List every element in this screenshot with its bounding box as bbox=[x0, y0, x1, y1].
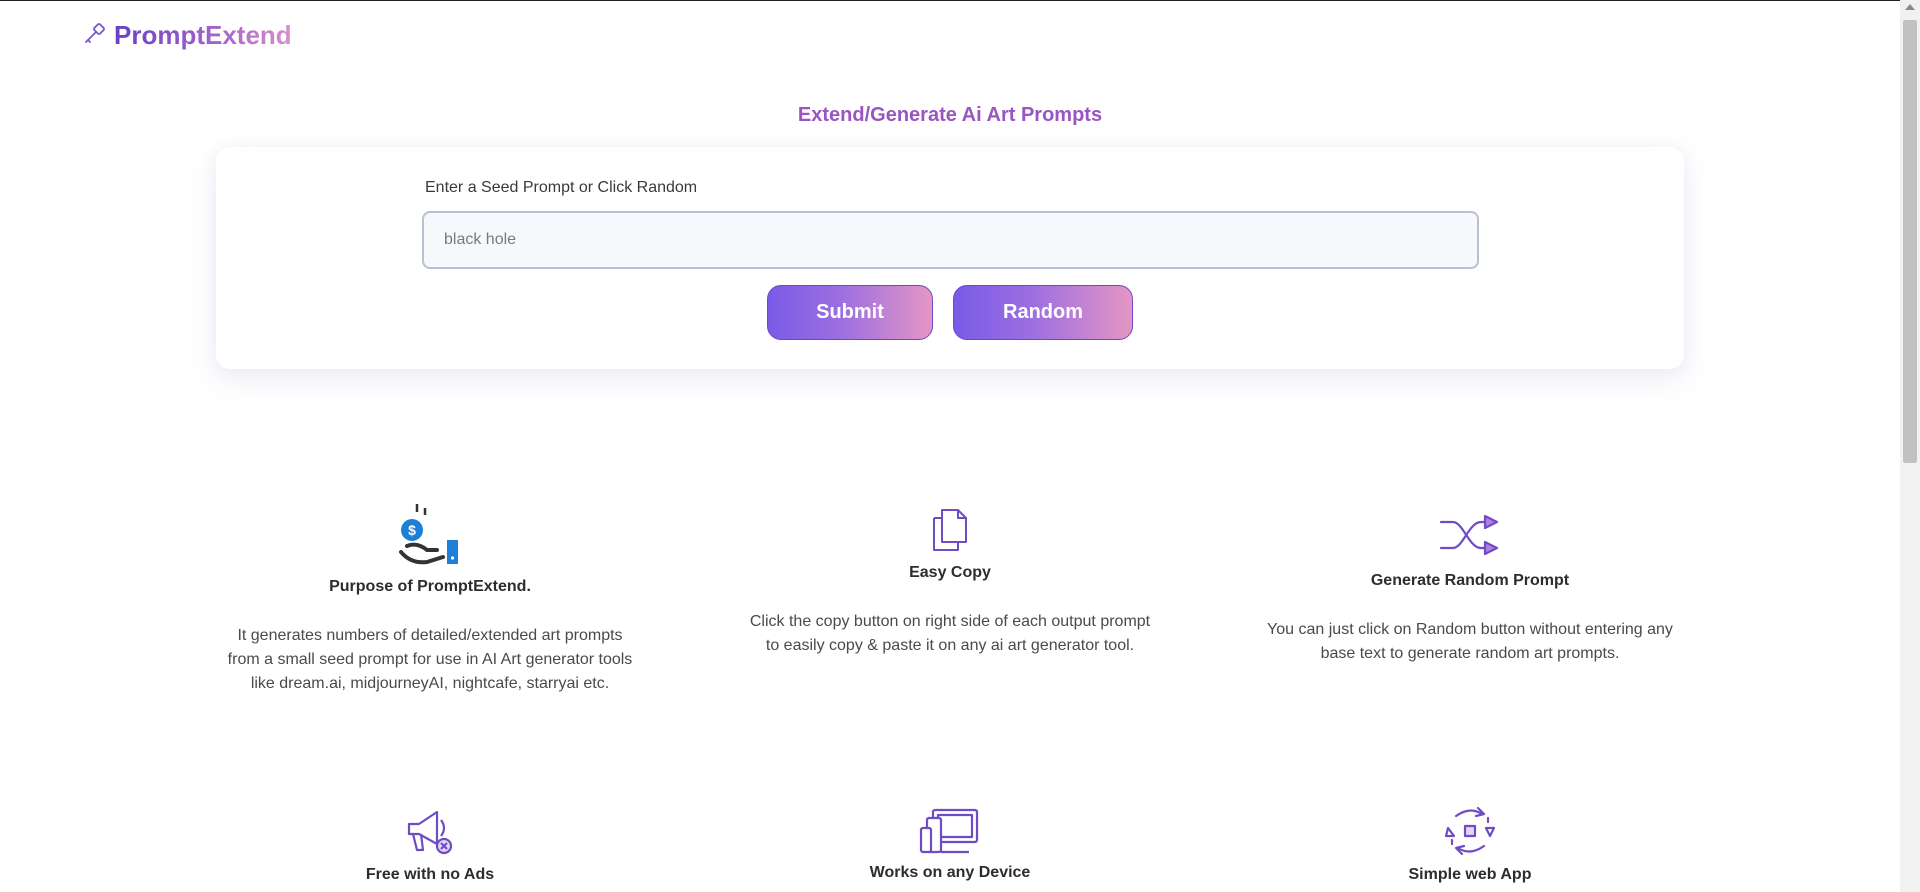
copy-icon bbox=[933, 509, 967, 551]
shuffle-icon bbox=[1439, 514, 1499, 556]
simple-app-icon bbox=[1444, 806, 1496, 856]
brand-name: PromptExtend bbox=[114, 20, 292, 50]
megaphone-no-ads-icon bbox=[407, 810, 453, 855]
feature-simple-app: Simple web App bbox=[1260, 804, 1680, 884]
feature-free-no-ads: Free with no Ads bbox=[220, 806, 640, 884]
feature-title: Generate Random Prompt bbox=[1370, 572, 1570, 589]
description-line: It generates numbers of detailed/extende… bbox=[237, 627, 623, 644]
seed-prompt-input[interactable] bbox=[422, 211, 1479, 269]
description-line: to easily copy & paste it on any ai art … bbox=[765, 637, 1135, 654]
feature-purpose: $ Purpose of PromptExtend. It generates … bbox=[220, 502, 640, 696]
money-hand-icon: $ bbox=[399, 504, 458, 565]
wand-icon bbox=[82, 20, 108, 51]
submit-button[interactable]: Submit bbox=[767, 285, 933, 340]
feature-title: Works on any Device bbox=[869, 864, 1031, 881]
feature-title: Easy Copy bbox=[909, 564, 991, 581]
description-line: You can just click on Random button with… bbox=[1267, 621, 1673, 638]
devices-icon bbox=[919, 808, 979, 854]
top-border bbox=[0, 0, 1920, 1]
feature-description: You can just click on Random button with… bbox=[1260, 618, 1680, 666]
feature-random-prompt: Generate Random Prompt You can just clic… bbox=[1260, 512, 1680, 666]
feature-easy-copy: Easy Copy Click the copy button on right… bbox=[740, 508, 1160, 658]
description-line: base text to generate random art prompts… bbox=[1320, 645, 1620, 662]
svg-text:$: $ bbox=[408, 522, 416, 538]
page-title: Extend/Generate Ai Art Prompts bbox=[797, 104, 1103, 126]
feature-description: It generates numbers of detailed/extende… bbox=[220, 624, 640, 696]
feature-title: Free with no Ads bbox=[365, 866, 495, 883]
feature-title: Simple web App bbox=[1408, 866, 1532, 883]
random-button[interactable]: Random bbox=[953, 285, 1133, 340]
description-line: Click the copy button on right side of e… bbox=[749, 613, 1151, 630]
feature-any-device: Works on any Device bbox=[740, 806, 1160, 882]
feature-description: Click the copy button on right side of e… bbox=[740, 610, 1160, 658]
seed-prompt-label: Enter a Seed Prompt or Click Random bbox=[425, 179, 698, 196]
feature-title: Purpose of PromptExtend. bbox=[329, 578, 531, 595]
scroll-up-arrow-icon[interactable] bbox=[1905, 4, 1915, 10]
description-line: from a small seed prompt for use in AI A… bbox=[227, 651, 633, 668]
scroll-thumb[interactable] bbox=[1903, 20, 1917, 463]
description-line: like dream.ai, midjourneyAI, nightcafe, … bbox=[250, 675, 610, 692]
brand-logo[interactable]: PromptExtend bbox=[82, 20, 292, 51]
vertical-scrollbar[interactable] bbox=[1900, 0, 1920, 892]
